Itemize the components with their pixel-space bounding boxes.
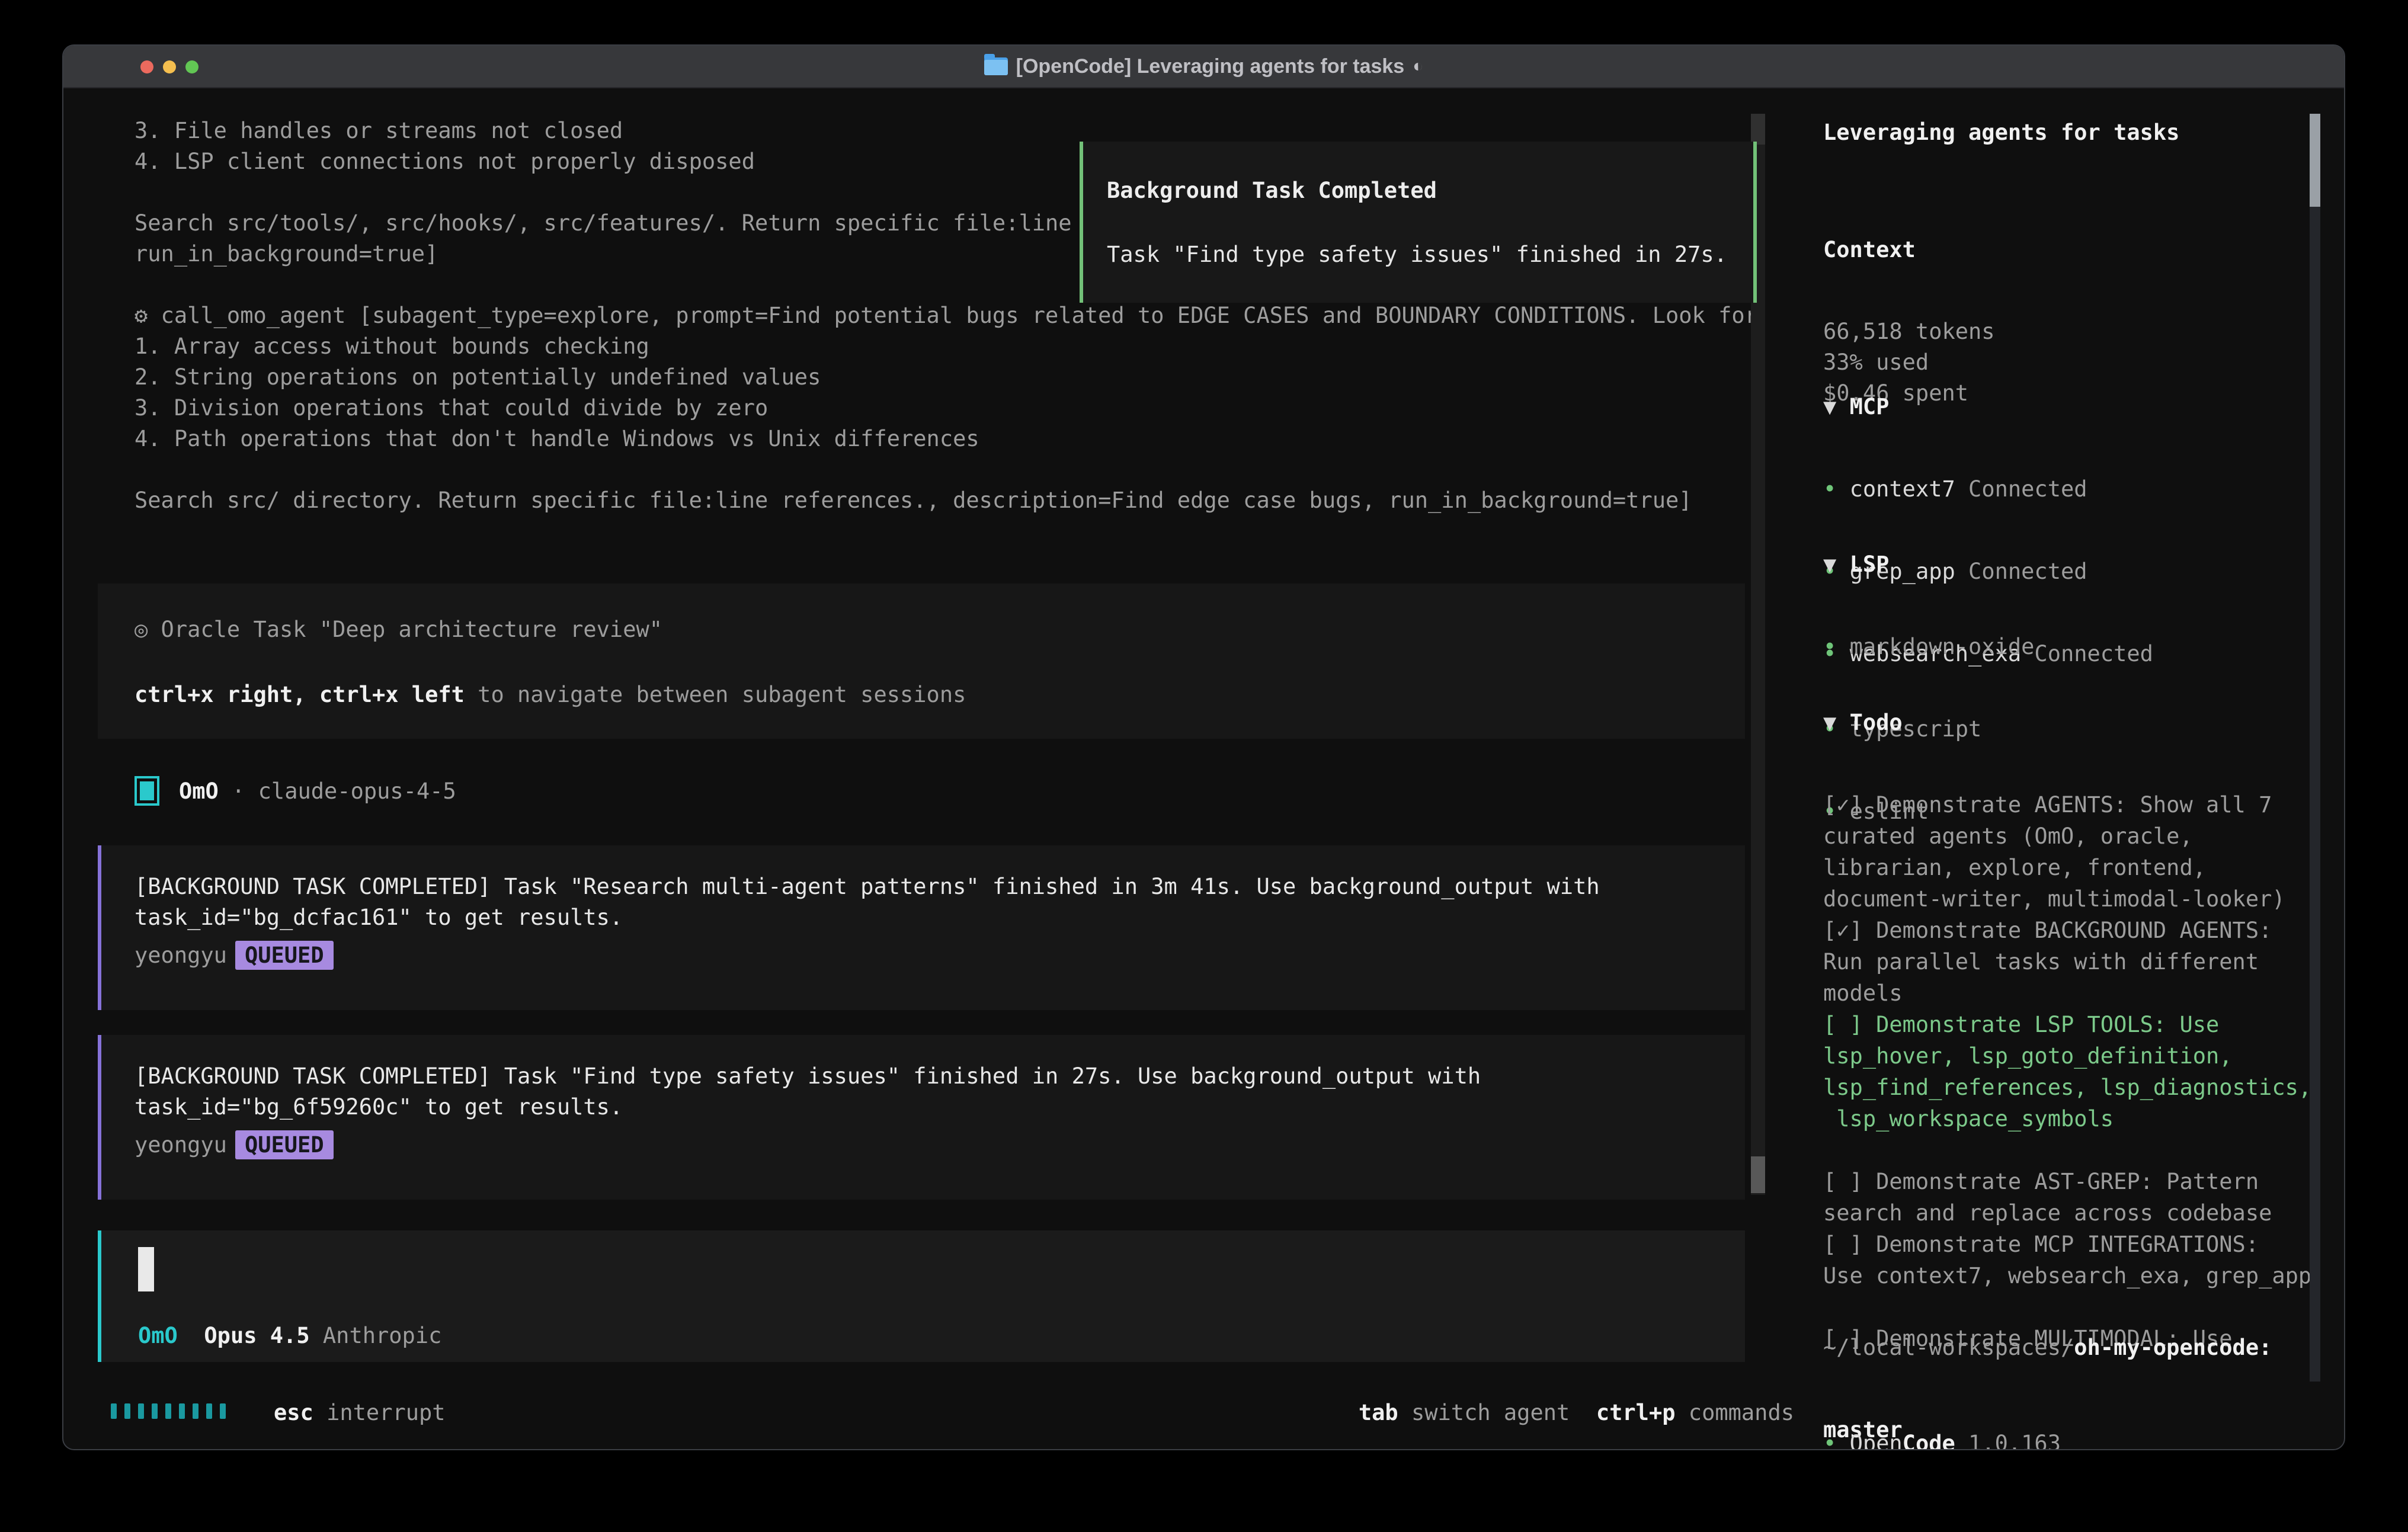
opencode-terminal-window: [OpenCode] Leveraging agents for tasks ◐… bbox=[62, 44, 2345, 1450]
close-button[interactable] bbox=[140, 60, 153, 73]
message-line: task_id="bg_dcfac161" to get results. bbox=[135, 902, 1745, 933]
message-footer: yeongyuQUEUED bbox=[135, 938, 1745, 973]
subagent-navigation-hint: ctrl+x right, ctrl+x left to navigate be… bbox=[135, 678, 1745, 711]
prompt-input[interactable]: OmO Opus 4.5 Anthropic bbox=[98, 1230, 1745, 1362]
mcp-section-header[interactable]: ▼ MCP bbox=[1823, 391, 2153, 422]
text-cursor bbox=[138, 1247, 154, 1291]
message-line: [BACKGROUND TASK COMPLETED] Task "Resear… bbox=[135, 871, 1745, 902]
background-task-message-2: [BACKGROUND TASK COMPLETED] Task "Find t… bbox=[98, 1035, 1745, 1200]
background-task-toast[interactable]: Background Task Completed Task "Find typ… bbox=[1080, 142, 1757, 303]
zoom-button[interactable] bbox=[185, 60, 198, 73]
tool-call-block: ⚙ call_omo_agent [subagent_type=explore,… bbox=[135, 300, 1758, 516]
working-spinner bbox=[111, 1403, 226, 1419]
background-task-message-1: [BACKGROUND TASK COMPLETED] Task "Resear… bbox=[98, 845, 1745, 1010]
shortcut-hints: tab switch agent ctrl+p commands bbox=[1359, 1398, 1794, 1428]
todo-list: [✓] Demonstrate AGENTS: Show all 7curate… bbox=[1823, 789, 2311, 1354]
folder-icon bbox=[984, 57, 1008, 75]
main-scrollbar-thumb-top[interactable] bbox=[1751, 114, 1765, 145]
workspace-path: ~/local-workspaces/oh-my-opencode: bbox=[1823, 1332, 2272, 1363]
session-title: Leveraging agents for tasks bbox=[1823, 117, 2179, 148]
oracle-task-panel: ◎ Oracle Task "Deep architecture review"… bbox=[98, 584, 1745, 739]
moon-icon: ◐ bbox=[1413, 56, 1423, 76]
lsp-section-header[interactable]: ▼ LSP bbox=[1823, 549, 2034, 580]
agent-header-row: OmO · claude-opus-4-5 bbox=[135, 773, 456, 809]
window-title: [OpenCode] Leveraging agents for tasks bbox=[1016, 55, 1405, 78]
message-line: task_id="bg_6f59260c" to get results. bbox=[135, 1092, 1745, 1123]
todo-section-header[interactable]: ▼ Todo bbox=[1823, 707, 2311, 738]
app-version-row: • OpenCode 1.0.163 bbox=[1823, 1377, 2061, 1450]
minimize-button[interactable] bbox=[163, 60, 176, 73]
message-line: [BACKGROUND TASK COMPLETED] Task "Find t… bbox=[135, 1061, 1745, 1092]
toast-title: Background Task Completed bbox=[1107, 175, 1753, 207]
window-titlebar[interactable]: [OpenCode] Leveraging agents for tasks ◐ bbox=[63, 46, 2344, 88]
oracle-task-title: ◎ Oracle Task "Deep architecture review" bbox=[135, 613, 1745, 646]
sidebar-scrollbar[interactable] bbox=[2310, 114, 2320, 1382]
agent-checkbox-icon bbox=[135, 776, 159, 806]
toast-body: Task "Find type safety issues" finished … bbox=[1107, 239, 1753, 271]
main-scrollbar-thumb[interactable] bbox=[1751, 1156, 1765, 1193]
context-header: Context bbox=[1823, 235, 1995, 265]
output-text-block: 3. File handles or streams not closed4. … bbox=[135, 116, 1072, 270]
agent-name-and-model: OmO · claude-opus-4-5 bbox=[179, 778, 456, 804]
sidebar-scrollbar-thumb[interactable] bbox=[2310, 114, 2320, 207]
interrupt-hint: esc interrupt bbox=[274, 1398, 446, 1428]
active-model-row: OmO Opus 4.5 Anthropic bbox=[138, 1321, 441, 1351]
message-footer: yeongyuQUEUED bbox=[135, 1127, 1745, 1163]
app-version: • OpenCode 1.0.163 bbox=[1823, 1428, 2061, 1450]
